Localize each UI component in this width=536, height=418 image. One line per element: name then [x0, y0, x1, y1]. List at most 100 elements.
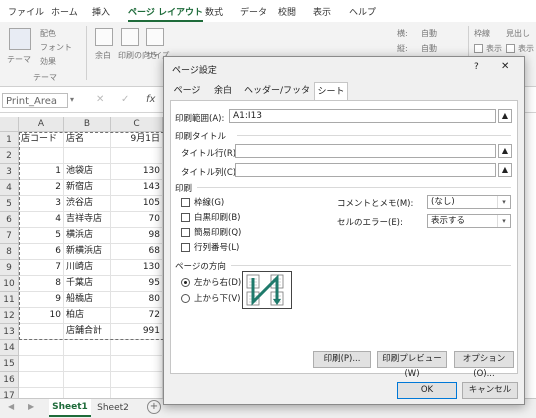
title-cols-input[interactable]: [235, 163, 496, 177]
name-box-dropdown-icon[interactable]: ▾: [70, 95, 74, 104]
cell-a[interactable]: 7: [19, 260, 64, 276]
row-header[interactable]: 12: [0, 308, 19, 324]
print-button[interactable]: 印刷(P)...: [313, 351, 371, 368]
effects-button[interactable]: 効果: [40, 56, 56, 67]
cell-c[interactable]: 130: [111, 164, 163, 180]
gridlines-view-checkbox[interactable]: [474, 44, 483, 53]
sheet-tab-sheet1[interactable]: Sheet1: [49, 399, 91, 417]
themes-button-label[interactable]: テーマ: [7, 54, 31, 65]
cell-c[interactable]: 95: [111, 276, 163, 292]
size-icon[interactable]: [146, 28, 164, 46]
tab-insert[interactable]: 挿入: [92, 5, 110, 18]
cell-a[interactable]: [19, 340, 64, 356]
cell-b[interactable]: 柏店: [64, 308, 111, 324]
order-over-then-down-radio[interactable]: [181, 294, 190, 303]
cell-b[interactable]: 店舗合計: [64, 324, 111, 340]
cell-b[interactable]: 店名: [64, 132, 111, 148]
cell-c[interactable]: 68: [111, 244, 163, 260]
cell-b[interactable]: [64, 356, 111, 372]
name-box[interactable]: Print_Area: [2, 93, 68, 108]
tab-help[interactable]: ヘルプ: [349, 5, 376, 18]
cell-c[interactable]: 98: [111, 228, 163, 244]
height-value[interactable]: 自動: [421, 43, 437, 54]
cell-b[interactable]: [64, 148, 111, 164]
sheet-tab-sheet2[interactable]: Sheet2: [93, 399, 133, 417]
cell-c[interactable]: [111, 340, 163, 356]
cell-a[interactable]: 6: [19, 244, 64, 260]
margins-button[interactable]: 余白: [95, 50, 111, 61]
cell-b[interactable]: 千葉店: [64, 276, 111, 292]
tab-view[interactable]: 表示: [313, 5, 331, 18]
comments-select[interactable]: (なし) ▾: [427, 195, 511, 209]
tab-review[interactable]: 校閲: [278, 5, 296, 18]
row-header[interactable]: 5: [0, 196, 19, 212]
tab-page[interactable]: ページ: [172, 82, 202, 100]
title-rows-input[interactable]: [235, 144, 496, 158]
cell-c[interactable]: [111, 148, 163, 164]
row-header[interactable]: 9: [0, 260, 19, 276]
cell-b[interactable]: 池袋店: [64, 164, 111, 180]
enter-icon[interactable]: ✓: [121, 94, 129, 105]
theme-icon[interactable]: [9, 28, 31, 50]
order-down-then-over-radio[interactable]: [181, 278, 190, 287]
orientation-icon[interactable]: [121, 28, 139, 46]
tab-home[interactable]: ホーム: [51, 5, 78, 18]
print-preview-button[interactable]: 印刷プレビュー(W): [377, 351, 447, 379]
row-header[interactable]: 3: [0, 164, 19, 180]
cell-a[interactable]: 1: [19, 164, 64, 180]
cell-c[interactable]: 80: [111, 292, 163, 308]
options-button[interactable]: オプション(O)...: [454, 351, 514, 379]
cell-a[interactable]: 2: [19, 180, 64, 196]
row-header[interactable]: 16: [0, 372, 19, 388]
tab-formulas[interactable]: 数式: [205, 5, 223, 18]
tab-page-layout[interactable]: ページ レイアウト: [128, 5, 203, 22]
cell-a[interactable]: [19, 372, 64, 388]
row-header[interactable]: 13: [0, 324, 19, 340]
width-value[interactable]: 自動: [421, 28, 437, 39]
draft-quality-checkbox[interactable]: [181, 228, 190, 237]
next-sheet-icon[interactable]: ▶: [28, 402, 34, 411]
cell-c[interactable]: 72: [111, 308, 163, 324]
tab-sheet[interactable]: シート: [314, 82, 348, 100]
cancel-icon[interactable]: ✕: [96, 94, 104, 105]
cell-b[interactable]: [64, 340, 111, 356]
cell-errors-select[interactable]: 表示する ▾: [427, 214, 511, 228]
colors-button[interactable]: 配色: [40, 28, 56, 39]
cell-b[interactable]: 横浜店: [64, 228, 111, 244]
row-header[interactable]: 15: [0, 356, 19, 372]
cell-b[interactable]: 新横浜店: [64, 244, 111, 260]
row-header[interactable]: 6: [0, 212, 19, 228]
row-header[interactable]: 7: [0, 228, 19, 244]
gridlines-checkbox[interactable]: [181, 198, 190, 207]
cell-c[interactable]: 70: [111, 212, 163, 228]
cancel-button[interactable]: キャンセル: [462, 382, 518, 399]
add-sheet-icon[interactable]: +: [147, 400, 161, 414]
cell-c[interactable]: 991: [111, 324, 163, 340]
select-all-corner[interactable]: [0, 117, 19, 132]
cell-b[interactable]: 渋谷店: [64, 196, 111, 212]
title-rows-picker-icon[interactable]: ▲: [498, 144, 512, 158]
cell-c[interactable]: 105: [111, 196, 163, 212]
cell-a[interactable]: [19, 356, 64, 372]
black-white-checkbox[interactable]: [181, 213, 190, 222]
row-header[interactable]: 2: [0, 148, 19, 164]
cell-a[interactable]: [19, 148, 64, 164]
cell-a[interactable]: 10: [19, 308, 64, 324]
tab-data[interactable]: データ: [240, 5, 267, 18]
row-col-headings-checkbox[interactable]: [181, 243, 190, 252]
row-header[interactable]: 11: [0, 292, 19, 308]
cell-b[interactable]: 船橋店: [64, 292, 111, 308]
row-header[interactable]: 10: [0, 276, 19, 292]
print-area-input[interactable]: A1:I13: [229, 109, 496, 123]
row-header[interactable]: 14: [0, 340, 19, 356]
cell-c[interactable]: 9月1日: [111, 132, 163, 148]
row-header[interactable]: 1: [0, 132, 19, 148]
cell-a[interactable]: 店コード: [19, 132, 64, 148]
print-area-picker-icon[interactable]: ▲: [498, 109, 512, 123]
cell-a[interactable]: 3: [19, 196, 64, 212]
cell-b[interactable]: 川崎店: [64, 260, 111, 276]
column-header-b[interactable]: B: [64, 117, 111, 132]
cell-a[interactable]: 8: [19, 276, 64, 292]
tab-header-footer[interactable]: ヘッダー/フッター: [242, 82, 312, 114]
headings-view-checkbox[interactable]: [506, 44, 515, 53]
